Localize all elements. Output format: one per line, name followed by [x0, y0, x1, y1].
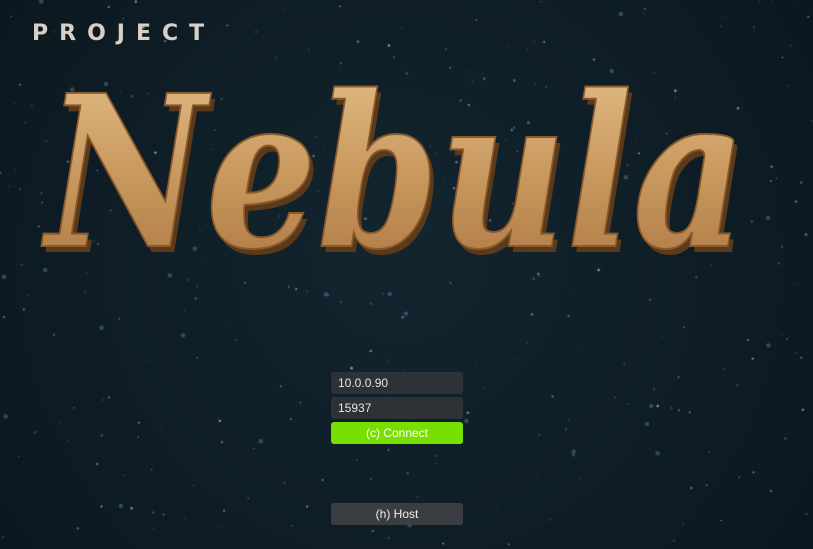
logo-text: Nebula — [41, 49, 746, 296]
nebula-logo: Nebula Nebula — [20, 10, 780, 310]
host-button[interactable]: (h) Host — [331, 503, 463, 525]
ip-address-field[interactable]: 10.0.0.90 — [331, 372, 463, 394]
connect-button[interactable]: (c) Connect — [331, 422, 463, 444]
port-field[interactable]: 15937 — [331, 397, 463, 419]
